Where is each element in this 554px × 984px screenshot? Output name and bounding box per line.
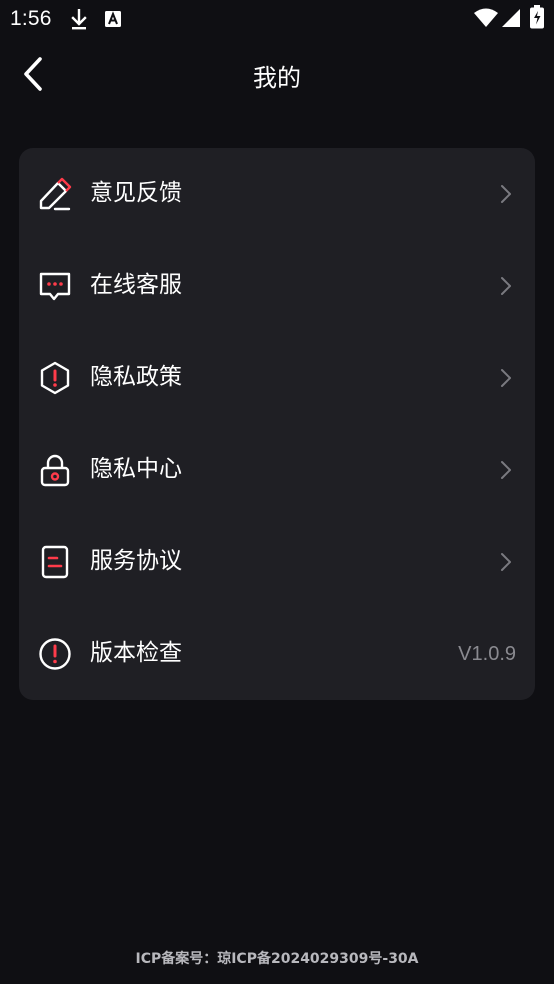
chat-icon — [39, 272, 71, 301]
menu-item-label: 服务协议 — [90, 548, 182, 574]
menu-item-label: 隐私政策 — [90, 364, 182, 390]
menu-item-label: 在线客服 — [90, 272, 182, 298]
document-icon — [41, 545, 69, 579]
menu-item-label: 隐私中心 — [90, 456, 182, 482]
menu-item-feedback[interactable]: 意见反馈 — [19, 148, 535, 240]
icp-footer: ICP备案号：琼ICP备2024029309号-30A — [135, 951, 419, 967]
signal-icon — [502, 9, 520, 27]
shield-icon — [40, 361, 70, 395]
status-bar: 1:56 — [0, 0, 554, 40]
menu-item-privacy-center[interactable]: 隐私中心 — [19, 424, 535, 516]
chevron-right-icon — [501, 277, 511, 295]
menu-item-label: 意见反馈 — [90, 180, 182, 206]
chevron-right-icon — [501, 553, 511, 571]
menu-item-label: 版本检查 — [90, 640, 182, 666]
menu-item-privacy-policy[interactable]: 隐私政策 — [19, 332, 535, 424]
version-value: V1.0.9 — [458, 643, 516, 665]
page-title: 我的 — [253, 64, 301, 92]
chevron-right-icon — [501, 461, 511, 479]
menu-item-version-check[interactable]: 版本检查 V1.0.9 — [19, 608, 535, 700]
menu-item-service-agreement[interactable]: 服务协议 — [19, 516, 535, 608]
wifi-icon — [474, 8, 498, 27]
header: 我的 — [0, 40, 554, 108]
chevron-right-icon — [501, 185, 511, 203]
edit-icon — [39, 177, 72, 211]
chevron-right-icon — [501, 369, 511, 387]
menu-item-customer-service[interactable]: 在线客服 — [19, 240, 535, 332]
menu-card: 意见反馈 在线客服 隐私政策 隐私中心 服务协议 版本检查 V1.0.9 — [19, 148, 535, 700]
download-icon — [71, 9, 87, 30]
battery-icon — [530, 5, 544, 29]
font-icon — [105, 11, 121, 27]
info-icon — [39, 638, 71, 670]
status-time: 1:56 — [10, 7, 52, 30]
lock-icon — [40, 454, 70, 487]
